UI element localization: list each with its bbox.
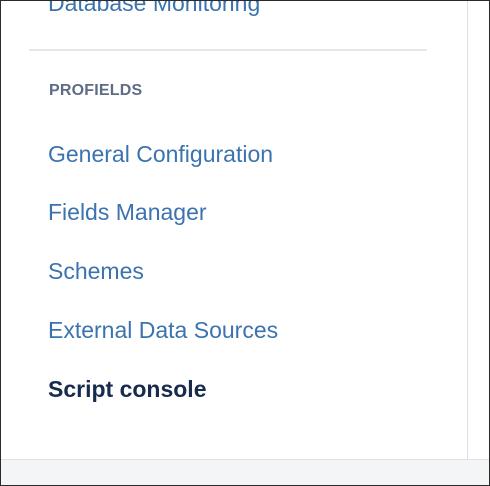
sidebar-item-general-configuration[interactable]: General Configuration: [48, 140, 273, 168]
admin-sidebar: Database Monitoring PROFIELDS General Co…: [1, 1, 467, 459]
screenshot-frame: Database Monitoring PROFIELDS General Co…: [0, 0, 490, 486]
sidebar-item-database-monitoring[interactable]: Database Monitoring: [48, 1, 260, 17]
sidebar-divider: [29, 49, 427, 51]
sidebar-item-fields-manager[interactable]: Fields Manager: [48, 198, 207, 226]
sidebar-item-script-console[interactable]: Script console: [48, 375, 206, 403]
sidebar-item-external-data-sources[interactable]: External Data Sources: [48, 316, 278, 344]
sidebar-item-schemes[interactable]: Schemes: [48, 257, 144, 285]
main-content-area: [468, 1, 489, 459]
footer-bar: [1, 459, 489, 485]
section-heading-profields: PROFIELDS: [49, 82, 143, 99]
